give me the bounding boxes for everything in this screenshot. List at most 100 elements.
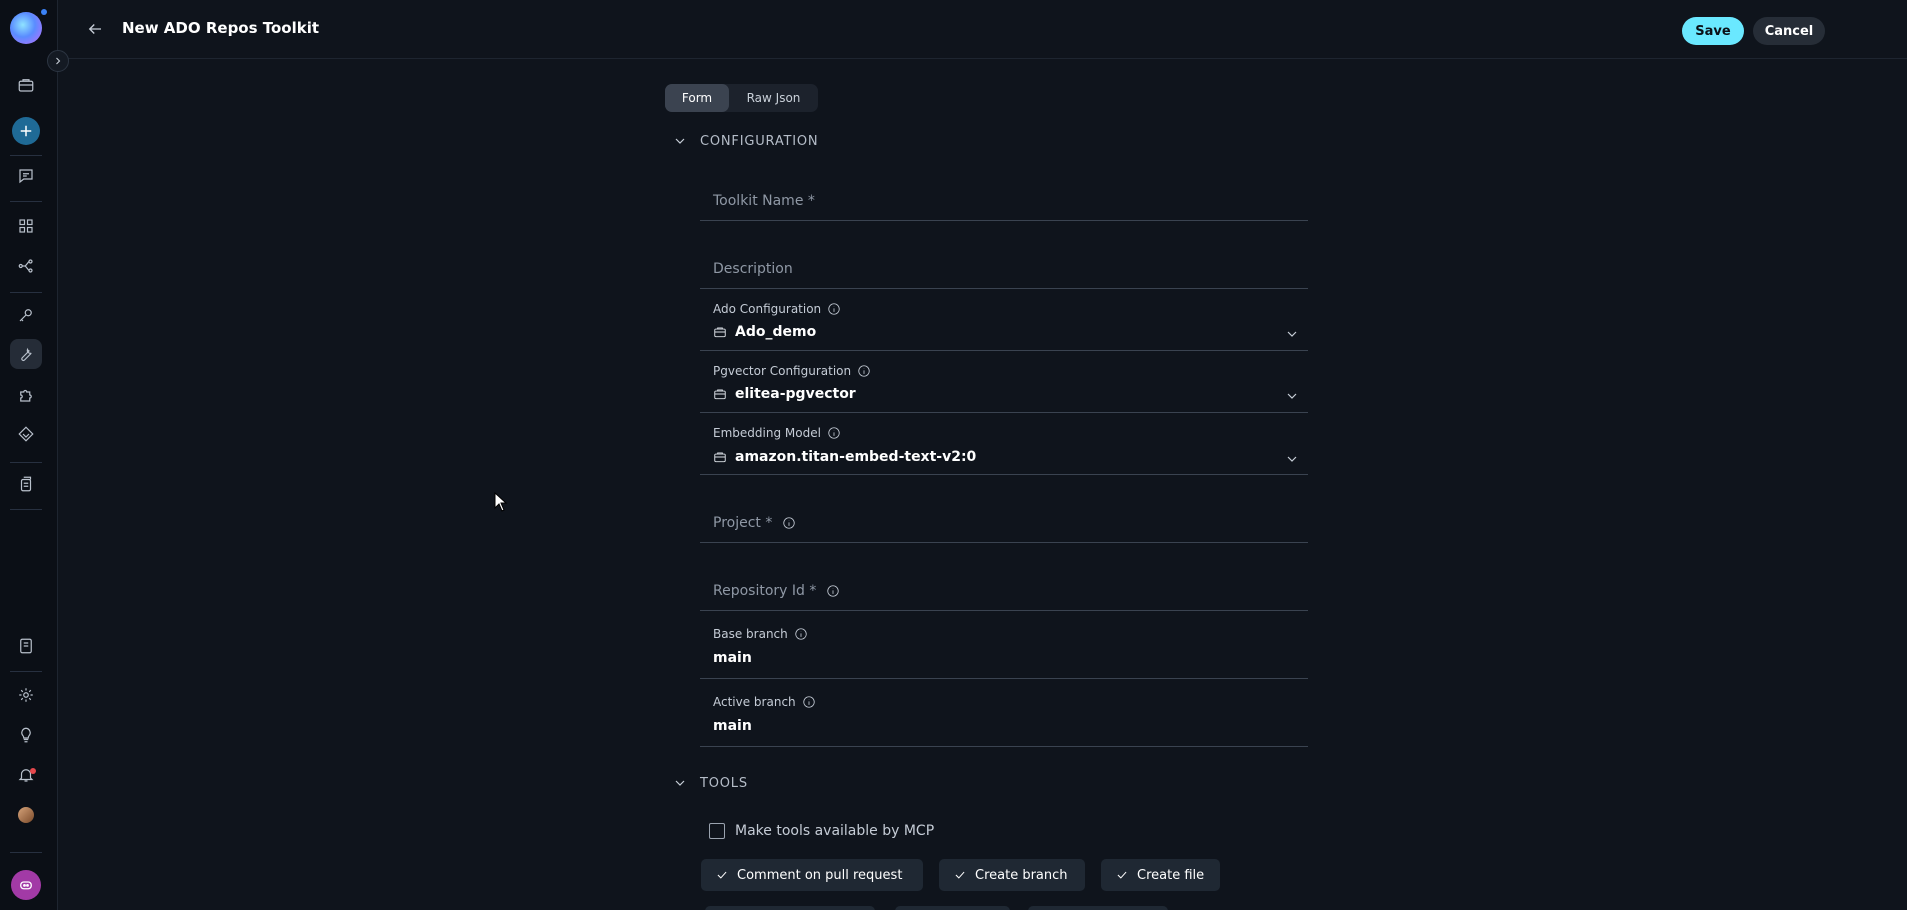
tab-form[interactable]: Form (665, 84, 729, 112)
ado-configuration-value: Ado_demo (713, 324, 816, 340)
repository-id-field[interactable]: Repository Id * (700, 578, 1308, 611)
ado-configuration-value-text: Ado_demo (735, 324, 817, 340)
sidebar-divider (10, 292, 42, 293)
notification-dot (41, 9, 47, 15)
sidebar-divider (10, 201, 42, 202)
info-icon[interactable] (826, 584, 840, 598)
documents-icon[interactable] (14, 472, 38, 496)
mcp-toggle[interactable]: Make tools available by MCP (709, 823, 934, 839)
base-branch-label-text: Base branch (713, 627, 788, 641)
pgvector-configuration-value: elitea-pgvector (713, 386, 856, 402)
base-branch-value: main (713, 650, 752, 666)
ado-configuration-select[interactable]: Ado Configuration Ado_demo (700, 302, 1308, 351)
configuration-section-toggle[interactable]: CONFIGURATION (672, 131, 818, 151)
cancel-button[interactable]: Cancel (1753, 17, 1825, 45)
tool-chip-create-branch[interactable]: Create branch (939, 859, 1085, 891)
chevron-down-icon[interactable] (1284, 326, 1300, 342)
active-branch-label: Active branch (713, 695, 816, 709)
pipeline-icon[interactable] (14, 254, 38, 278)
tool-chip-partial[interactable] (705, 906, 875, 910)
pgvector-configuration-label: Pgvector Configuration (713, 364, 871, 378)
active-branch-field[interactable]: Active branch main (700, 695, 1308, 747)
project-field[interactable]: Project * (700, 510, 1308, 543)
assistant-bot-icon[interactable] (11, 870, 41, 900)
ado-configuration-label-text: Ado Configuration (713, 302, 822, 316)
toolkit-wrench-icon[interactable] (10, 339, 42, 369)
mcp-checkbox[interactable] (709, 823, 725, 839)
info-icon[interactable] (827, 302, 841, 316)
info-icon[interactable] (827, 426, 841, 440)
tool-chip-label: Create branch (975, 867, 1068, 883)
page-title: New ADO Repos Toolkit (122, 19, 320, 37)
bell-icon[interactable] (14, 763, 38, 787)
tools-section-toggle[interactable]: TOOLS (672, 773, 748, 793)
check-icon (1117, 871, 1127, 879)
toolkit-name-field[interactable]: Toolkit Name * (700, 188, 1308, 221)
base-branch-field[interactable]: Base branch main (700, 627, 1308, 679)
settings-gear-icon[interactable] (14, 683, 38, 707)
layers-icon[interactable] (14, 422, 38, 446)
puzzle-icon[interactable] (14, 383, 38, 407)
tool-chip-partial[interactable] (895, 906, 1010, 910)
chevron-down-icon[interactable] (1284, 388, 1300, 404)
tool-chip-create-file[interactable]: Create file (1101, 859, 1220, 891)
grid-icon[interactable] (14, 214, 38, 238)
info-icon[interactable] (782, 516, 796, 530)
briefcase-icon[interactable] (14, 73, 38, 97)
pgvector-configuration-label-text: Pgvector Configuration (713, 364, 852, 378)
bell-alert-dot (30, 768, 36, 774)
app-logo-icon[interactable] (10, 12, 42, 44)
pgvector-configuration-select[interactable]: Pgvector Configuration elitea-pgvector (700, 364, 1308, 413)
avatar[interactable] (18, 807, 34, 823)
embedding-model-label-text: Embedding Model (713, 426, 821, 440)
embedding-model-label: Embedding Model (713, 426, 841, 440)
save-button[interactable]: Save (1682, 17, 1744, 45)
ado-configuration-label: Ado Configuration (713, 302, 841, 316)
base-branch-label: Base branch (713, 627, 808, 641)
tab-raw-json[interactable]: Raw Json (729, 84, 818, 112)
sidebar (0, 0, 58, 910)
embedding-model-value-text: amazon.titan-embed-text-v2:0 (735, 449, 977, 465)
embedding-model-select[interactable]: Embedding Model amazon.titan-embed-text-… (700, 426, 1308, 475)
sidebar-divider (10, 509, 42, 510)
chat-icon[interactable] (14, 164, 38, 188)
mcp-label: Make tools available by MCP (735, 823, 935, 839)
key-icon[interactable] (14, 303, 38, 327)
view-mode-tabs: Form Raw Json (665, 84, 818, 112)
back-arrow-icon[interactable] (84, 18, 106, 40)
notebook-icon[interactable] (14, 634, 38, 658)
project-placeholder: Project * (713, 515, 796, 531)
page-header: New ADO Repos Toolkit (58, 0, 1907, 59)
info-icon[interactable] (857, 364, 871, 378)
tool-chip-partial[interactable] (1028, 906, 1168, 910)
info-icon[interactable] (802, 695, 816, 709)
mouse-cursor-icon (494, 492, 508, 512)
add-icon[interactable] (12, 117, 40, 145)
sidebar-divider (10, 462, 42, 463)
chevron-down-icon (675, 780, 685, 786)
tool-chip-label: Comment on pull request (737, 867, 903, 883)
embedding-model-value: amazon.titan-embed-text-v2:0 (713, 449, 976, 465)
project-placeholder-text: Project * (713, 515, 773, 531)
briefcase-icon (713, 387, 727, 401)
lightbulb-icon[interactable] (14, 723, 38, 747)
info-icon[interactable] (794, 627, 808, 641)
tool-chip-comment-on-pull-request[interactable]: Comment on pull request (701, 859, 923, 891)
configuration-section-title: CONFIGURATION (700, 133, 819, 149)
repository-id-placeholder-text: Repository Id * (713, 583, 817, 599)
briefcase-icon (713, 450, 727, 464)
sidebar-divider (10, 852, 42, 853)
sidebar-divider (10, 671, 42, 672)
pgvector-configuration-value-text: elitea-pgvector (735, 386, 856, 402)
sidebar-divider (10, 155, 42, 156)
description-field[interactable]: Description (700, 256, 1308, 289)
tool-chip-label: Create file (1137, 867, 1205, 883)
sidebar-expand-button[interactable] (47, 50, 69, 72)
chevron-down-icon (675, 138, 685, 144)
chevron-down-icon[interactable] (1284, 451, 1300, 467)
tools-section-title: TOOLS (700, 775, 748, 791)
active-branch-value: main (713, 718, 752, 734)
briefcase-icon (713, 325, 727, 339)
check-icon (955, 871, 965, 879)
toolkit-name-placeholder: Toolkit Name * (713, 193, 815, 209)
